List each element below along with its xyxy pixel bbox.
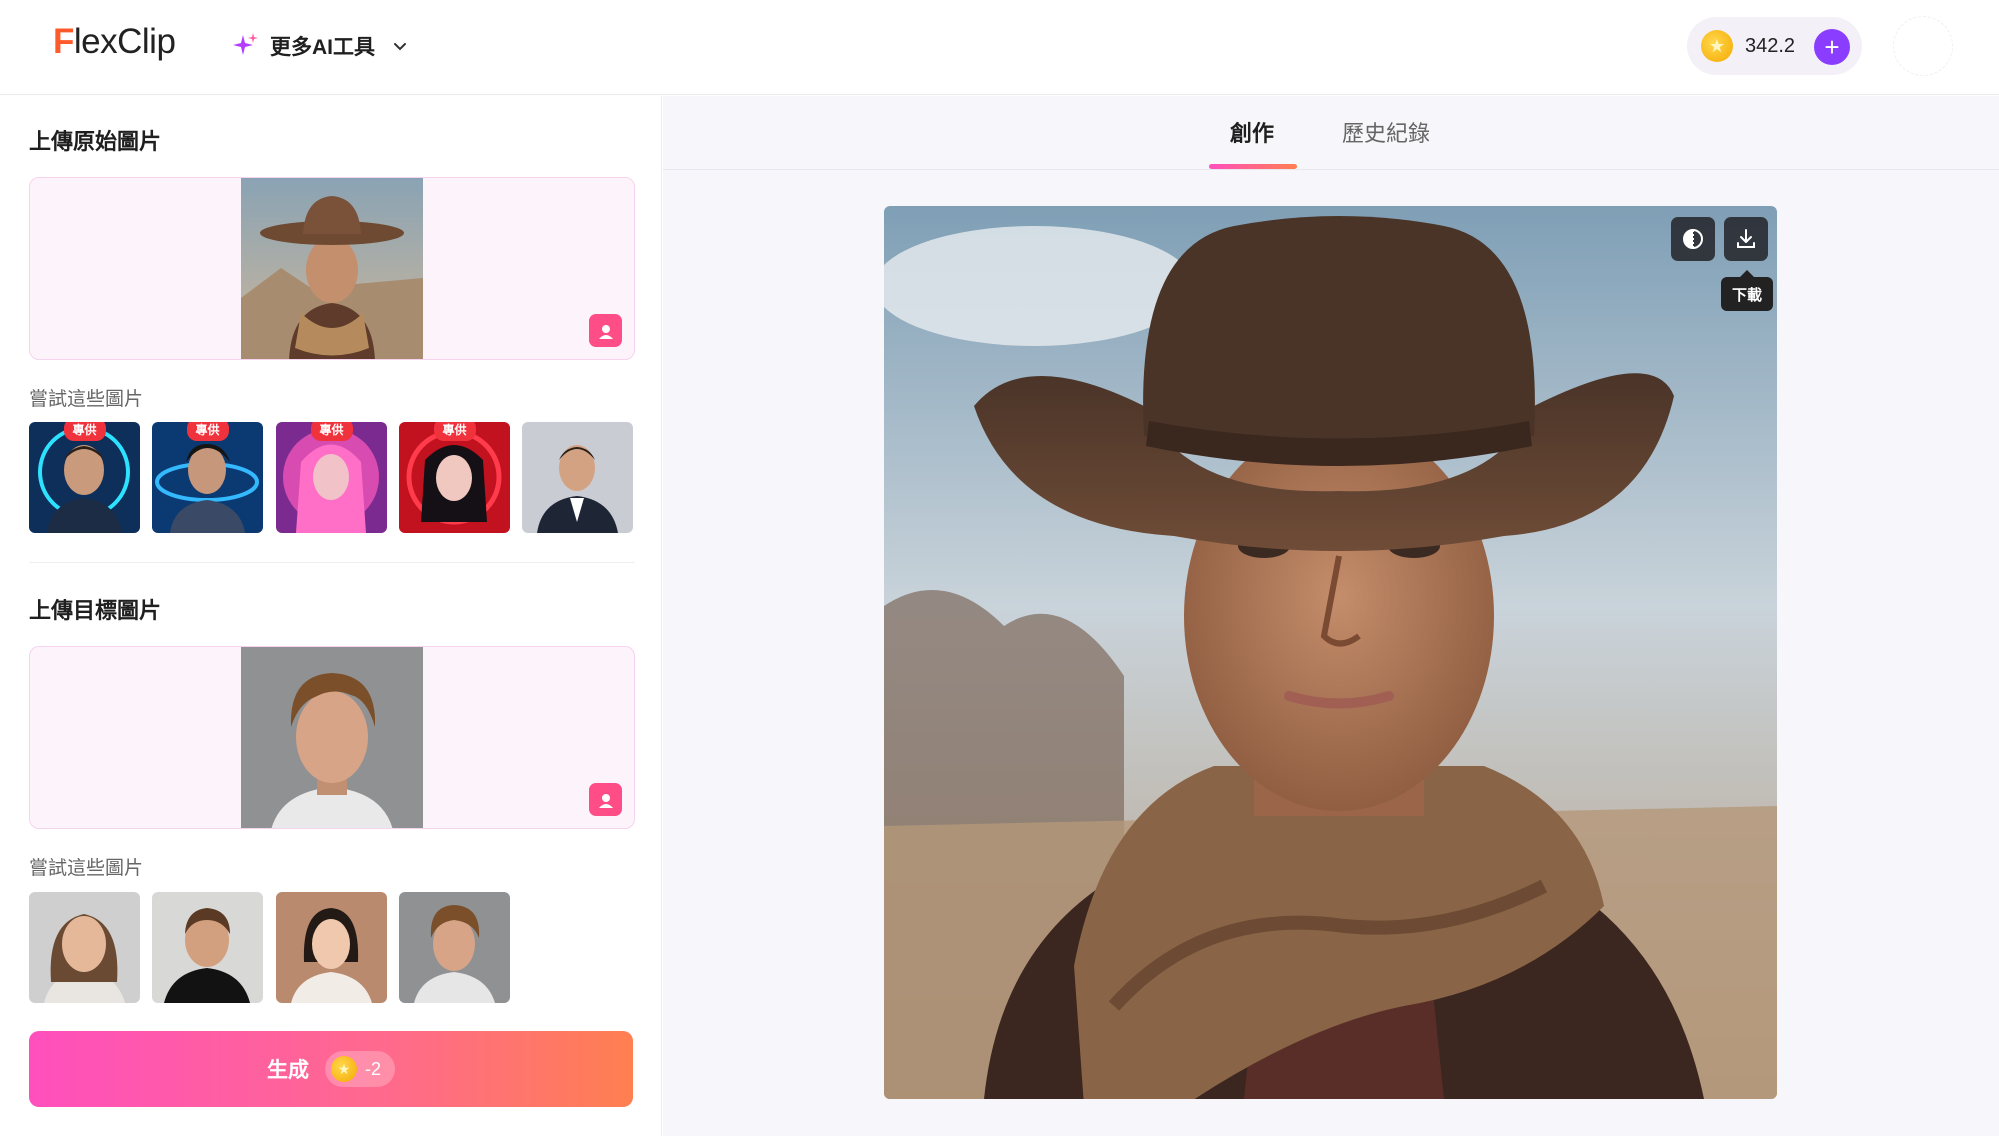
- section-divider: [29, 562, 635, 563]
- target-upload-box[interactable]: [29, 646, 635, 829]
- source-image: [241, 178, 423, 359]
- target-image: [241, 647, 423, 828]
- result-image: [884, 206, 1777, 1099]
- tab-history[interactable]: 歷史紀錄: [1342, 116, 1430, 148]
- face-detect-button[interactable]: [589, 783, 622, 816]
- download-tooltip: 下載: [1721, 277, 1773, 311]
- source-sample-5[interactable]: [522, 422, 633, 533]
- active-tab-indicator: [1209, 164, 1297, 169]
- compare-button[interactable]: [1671, 217, 1715, 261]
- target-sample-2[interactable]: [152, 892, 263, 1003]
- upload-target-title: 上傳目標圖片: [29, 598, 162, 623]
- generate-cost-value: -2: [364, 1058, 381, 1079]
- more-ai-tools-label: 更多AI工具: [270, 36, 375, 59]
- chevron-down-icon: [394, 43, 406, 51]
- sparkle-icon: [233, 33, 258, 55]
- top-header: FlexClip 更多AI工具 ★ 342.2 +: [0, 0, 1999, 95]
- sample-image: [399, 892, 510, 1003]
- left-panel: 上傳原始圖片 嘗試這些圖片 專供 專供 專供 專供 上傳目標圖片 嘗試這些圖片 …: [0, 96, 662, 1136]
- generate-button[interactable]: 生成 ★ -2: [29, 1031, 633, 1107]
- generate-cost: ★ -2: [324, 1051, 395, 1087]
- logo-f: F: [53, 22, 74, 61]
- source-sample-4[interactable]: 專供: [399, 422, 510, 533]
- add-credits-button[interactable]: +: [1814, 29, 1850, 65]
- credits-amount: 342.2: [1745, 34, 1796, 57]
- person-icon: [598, 324, 613, 339]
- logo-text: lexClip: [73, 22, 176, 61]
- source-sample-2[interactable]: 專供: [152, 422, 263, 533]
- target-sample-3[interactable]: [276, 892, 387, 1003]
- right-panel: 創作 歷史紀錄 下載: [663, 96, 1999, 1136]
- exclusive-badge: 專供: [63, 422, 106, 441]
- sample-image: [152, 892, 263, 1003]
- coin-icon: ★: [330, 1056, 357, 1082]
- person-icon: [598, 793, 613, 808]
- flexclip-logo[interactable]: FlexClip: [53, 20, 176, 64]
- tab-create[interactable]: 創作: [1230, 116, 1274, 148]
- exclusive-badge: 專供: [310, 422, 353, 441]
- user-avatar[interactable]: [1893, 16, 1953, 76]
- target-sample-4[interactable]: [399, 892, 510, 1003]
- result-image-container: [884, 206, 1777, 1099]
- download-icon: [1737, 229, 1755, 248]
- download-button[interactable]: [1724, 217, 1768, 261]
- source-try-label: 嘗試這些圖片: [29, 389, 144, 410]
- coin-icon: ★: [1701, 30, 1733, 62]
- credits-balance[interactable]: ★ 342.2 +: [1687, 17, 1862, 75]
- target-try-label: 嘗試這些圖片: [29, 858, 144, 879]
- tab-bar: 創作 歷史紀錄: [663, 96, 1999, 170]
- sample-image: [522, 422, 633, 533]
- exclusive-badge: 專供: [186, 422, 229, 441]
- sample-image: [276, 892, 387, 1003]
- source-sample-1[interactable]: 專供: [29, 422, 140, 533]
- compare-icon: [1683, 229, 1703, 249]
- generate-label: 生成: [266, 1059, 309, 1082]
- upload-source-title: 上傳原始圖片: [29, 129, 162, 154]
- exclusive-badge: 專供: [433, 422, 476, 441]
- source-sample-3[interactable]: 專供: [276, 422, 387, 533]
- target-sample-1[interactable]: [29, 892, 140, 1003]
- more-ai-tools-dropdown[interactable]: 更多AI工具: [232, 26, 409, 66]
- sample-image: [29, 892, 140, 1003]
- source-upload-box[interactable]: [29, 177, 635, 360]
- face-detect-button[interactable]: [589, 314, 622, 347]
